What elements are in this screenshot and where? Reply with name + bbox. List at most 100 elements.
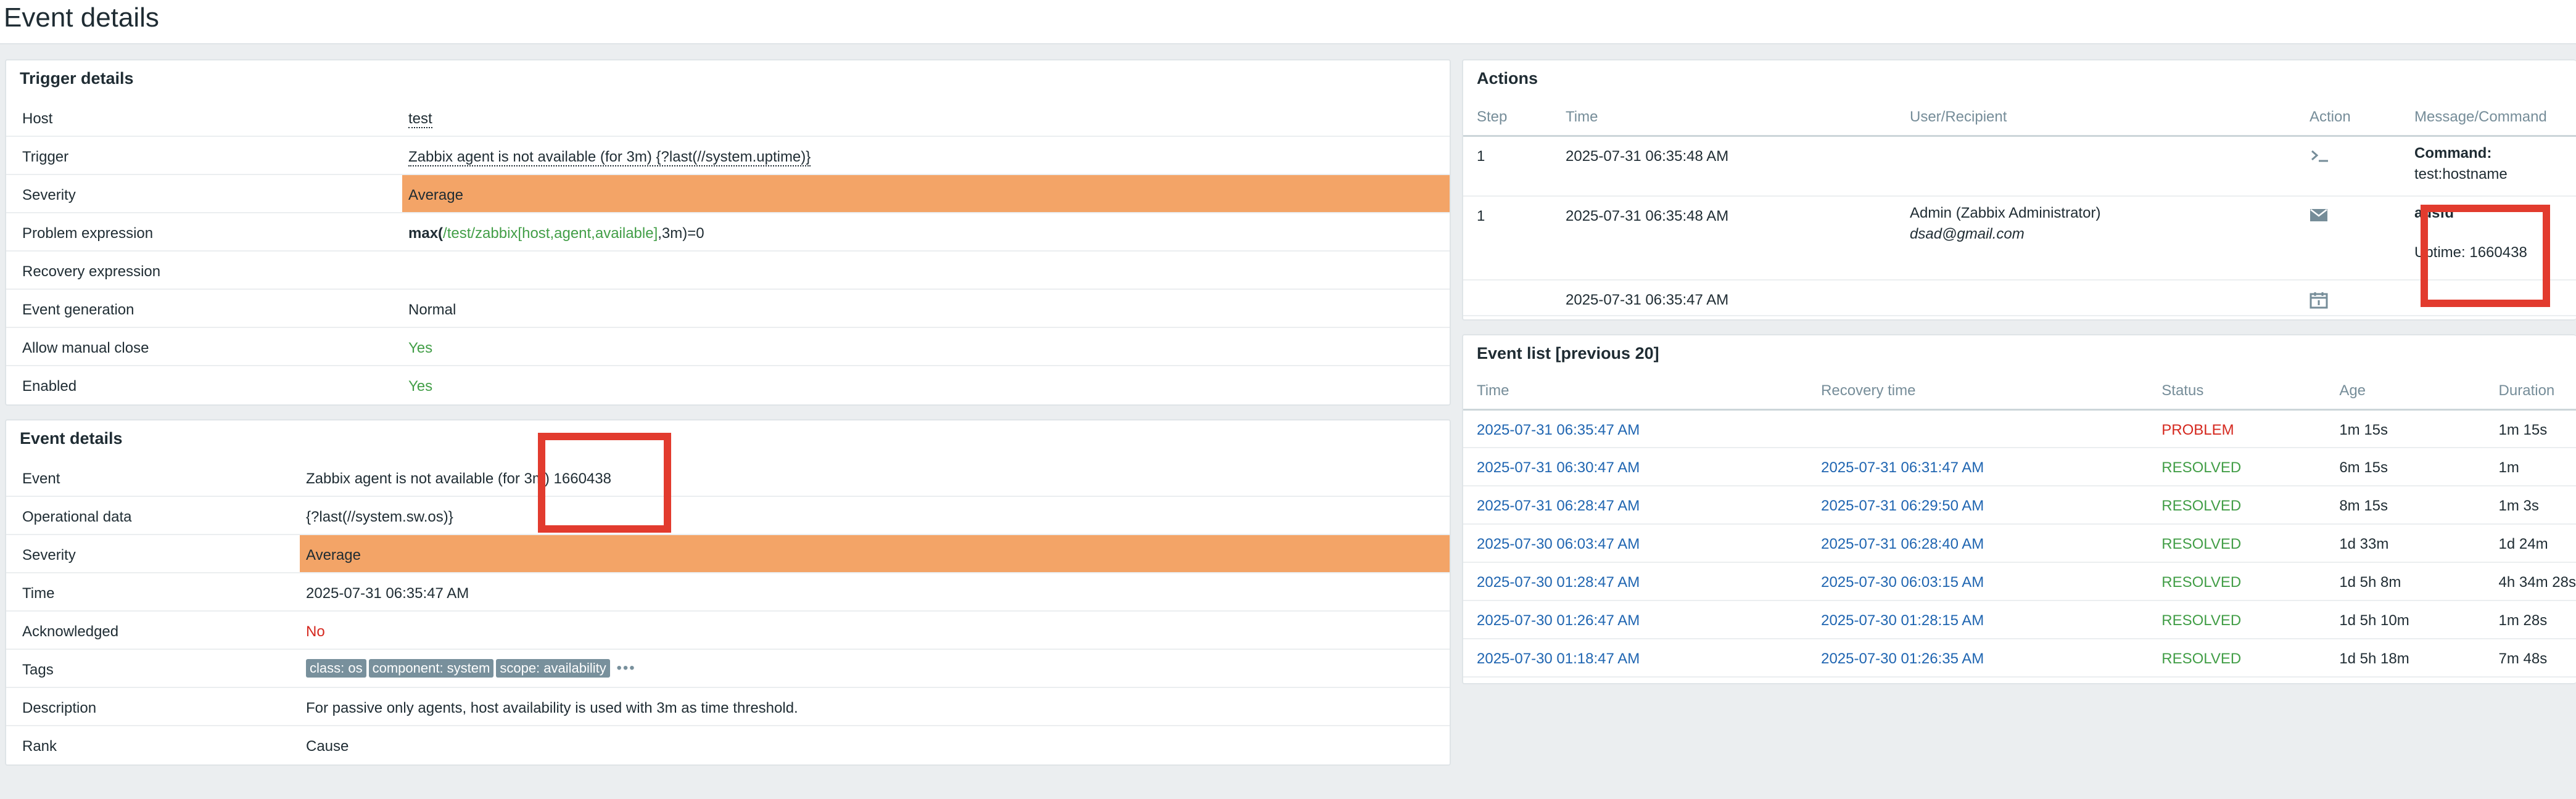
col-message-command: Message/Command: [2401, 100, 2576, 137]
page-title: Event details: [4, 2, 159, 33]
message-cell: Command: test:hostname: [2401, 136, 2576, 197]
actions-header-row: Step Time User/Recipient Action Message/…: [1463, 100, 2576, 137]
time-cell: 2025-07-31 06:35:47 AM: [1552, 280, 1896, 316]
step-cell: 1: [1463, 136, 1552, 197]
table-row: 2025-07-31 06:35:47 AM PROBLEM 1m 15s 1m 15…: [1463, 409, 2576, 448]
duration-cell: 1m 3s: [2498, 498, 2539, 514]
trigger-row-enabled: Enabled Yes: [6, 366, 1450, 404]
row-label: Rank: [22, 738, 57, 755]
user-email: dsad@gmail.com: [1910, 226, 2025, 242]
trigger-row-problem-expression: Problem expression max(/test/zabbix[host…: [6, 213, 1450, 252]
step-cell: 1: [1463, 196, 1552, 281]
row-label: Description: [22, 700, 97, 716]
col-recovery-time: Recovery time: [1807, 374, 2149, 411]
row-label: Recovery expression: [22, 263, 161, 280]
duration-cell: 1m 15s: [2485, 409, 2576, 448]
table-row: 1 2025-07-31 06:35:48 AM Admin (Zabbix A…: [1463, 196, 2576, 281]
event-row-acknowledged: Acknowledged No: [6, 612, 1450, 650]
row-label: Time: [22, 585, 55, 602]
acknowledged-value[interactable]: No: [300, 612, 1450, 649]
event-time-link[interactable]: 2025-07-31 06:35:47 AM: [1477, 422, 1640, 438]
age-cell: 1d 5h 18m: [2326, 639, 2485, 678]
recovery-time-link[interactable]: 2025-07-30 01:26:35 AM: [1821, 650, 1984, 667]
actions-panel: Actions Step Time User/Recipient Action …: [1462, 59, 2576, 321]
event-time-link[interactable]: 2025-07-30 01:26:47 AM: [1477, 612, 1640, 629]
event-details-title: Event details: [20, 429, 123, 448]
table-row: 2025-07-30 01:18:47 AM 2025-07-30 01:26:3…: [1463, 639, 2576, 678]
status-badge: RESOLVED: [2161, 574, 2242, 591]
trigger-row-severity: Severity Average: [6, 175, 1450, 213]
trigger-link[interactable]: Zabbix agent is not available (for 3m) {…: [408, 149, 811, 166]
event-time-link[interactable]: 2025-07-31 06:30:47 AM: [1477, 459, 1640, 476]
trigger-row-recovery-expression: Recovery expression: [6, 252, 1450, 290]
event-time-link[interactable]: 2025-07-30 01:28:47 AM: [1477, 574, 1640, 591]
duration-cell: 1m 28s: [2498, 612, 2548, 629]
tag: component: system: [368, 659, 494, 678]
event-time-value: 2025-07-31 06:35:47 AM: [306, 585, 469, 602]
duration-cell: 1m: [2498, 459, 2519, 476]
recovery-time-link[interactable]: 2025-07-30 01:28:15 AM: [1821, 612, 1984, 629]
table-row: 2025-07-30 06:03:47 AM 2025-07-31 06:28:4…: [1463, 524, 2576, 563]
trigger-row-event-generation: Event generation Normal: [6, 290, 1450, 328]
row-label: Event: [22, 470, 60, 487]
recovery-time-link[interactable]: 2025-07-31 06:29:50 AM: [1821, 498, 1984, 514]
col-age: Age: [2326, 374, 2485, 411]
event-time-link[interactable]: 2025-07-31 06:28:47 AM: [1477, 498, 1640, 514]
action-cell: [2296, 280, 2401, 316]
col-time: Time: [1463, 374, 1808, 411]
envelope-icon[interactable]: [2310, 208, 2401, 223]
age-cell: 1d 5h 8m: [2339, 574, 2401, 591]
row-label: Severity: [22, 547, 76, 563]
row-label: Severity: [22, 187, 76, 203]
age-cell: 1d 5h 8m: [2326, 562, 2485, 601]
host-link[interactable]: test: [408, 110, 432, 128]
message-body: test:hostname: [2414, 165, 2508, 182]
step-cell: [1463, 280, 1552, 316]
user-name: Admin (Zabbix Administrator): [1910, 205, 2101, 221]
expression-function: max(: [408, 225, 444, 242]
trigger-rows: Host test Trigger Zabbix agent is not av…: [6, 99, 1450, 404]
terminal-icon[interactable]: [2310, 148, 2401, 164]
row-label: Problem expression: [22, 225, 154, 242]
col-step: Step: [1463, 100, 1552, 137]
actions-table: Step Time User/Recipient Action Message/…: [1463, 100, 2576, 316]
calendar-icon[interactable]: [2310, 292, 2401, 309]
row-label: Tags: [22, 662, 54, 678]
age-cell: 1d 5h 10m: [2339, 612, 2409, 629]
status-cell: RESOLVED: [2148, 448, 2326, 486]
table-row: 2025-07-31 06:28:47 AM 2025-07-31 06:29:5…: [1463, 486, 2576, 525]
time-cell: 2025-07-30 06:03:47 AM: [1463, 524, 1808, 563]
recovery-time-link[interactable]: 2025-07-31 06:28:40 AM: [1821, 536, 1984, 552]
duration-cell: 1m 3s: [2485, 486, 2576, 525]
page-header: Event details: [0, 0, 2576, 44]
event-list-table: Time Recovery time Status Age Duration 2…: [1463, 374, 2576, 678]
row-label: Operational data: [22, 509, 132, 525]
duration-cell: 1m: [2485, 448, 2576, 486]
user-cell: [1896, 136, 2296, 197]
status-cell: PROBLEM: [2148, 409, 2326, 448]
event-list-panel: Event list [previous 20] Time Recovery t…: [1462, 334, 2576, 684]
recovery-time-link[interactable]: 2025-07-30 06:03:15 AM: [1821, 574, 1984, 591]
age-cell: 8m 15s: [2339, 498, 2388, 514]
event-name-value: Zabbix agent is not available (for 3m) 1…: [306, 470, 611, 487]
more-tags-button[interactable]: •••: [616, 660, 635, 676]
action-cell: [2296, 196, 2401, 281]
event-generation-value: Normal: [408, 301, 456, 318]
event-row-time: Time 2025-07-31 06:35:47 AM: [6, 573, 1450, 612]
time-cell: 2025-07-30 01:18:47 AM: [1463, 639, 1808, 678]
age-cell: 1d 33m: [2339, 536, 2389, 552]
event-rows: Event Zabbix agent is not available (for…: [6, 459, 1450, 764]
event-time-link[interactable]: 2025-07-30 06:03:47 AM: [1477, 536, 1640, 552]
event-time-link[interactable]: 2025-07-30 01:18:47 AM: [1477, 650, 1640, 667]
col-user-recipient: User/Recipient: [1896, 100, 2296, 137]
col-action: Action: [2296, 100, 2401, 137]
status-badge: RESOLVED: [2161, 498, 2242, 514]
status-badge: RESOLVED: [2161, 612, 2242, 629]
age-cell: 1m 15s: [2339, 421, 2388, 438]
event-row-rank: Rank Cause: [6, 726, 1450, 764]
recovery-time-link[interactable]: 2025-07-31 06:31:47 AM: [1821, 459, 1984, 476]
row-label: Enabled: [22, 378, 77, 395]
enabled-value: Yes: [408, 378, 433, 395]
expression-item-link[interactable]: /test/zabbix[host,agent,available]: [443, 225, 658, 242]
user-cell: Admin (Zabbix Administrator) dsad@gmail.c…: [1896, 196, 2296, 281]
